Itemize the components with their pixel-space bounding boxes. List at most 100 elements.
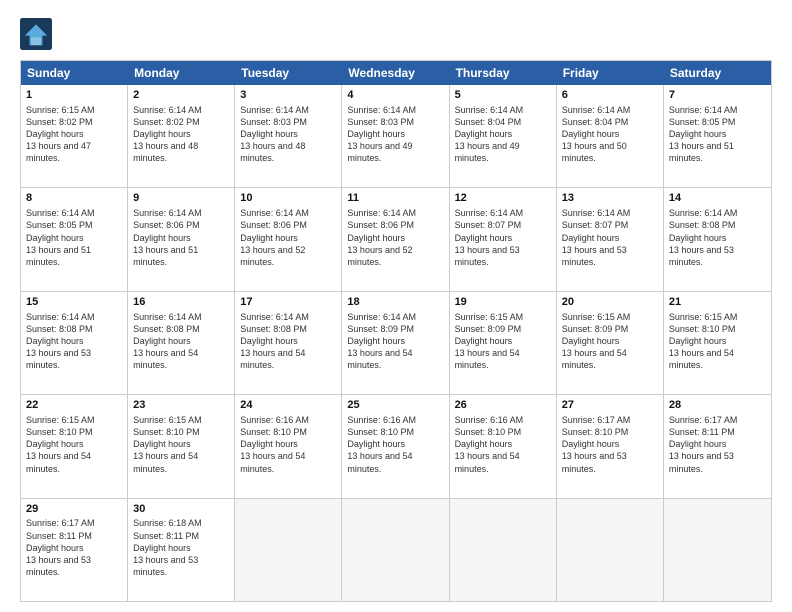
day-29: 29Sunrise: 6:17 AMSunset: 8:11 PMDayligh… <box>21 499 128 601</box>
empty-cell <box>450 499 557 601</box>
empty-cell <box>235 499 342 601</box>
day-info: Sunrise: 6:14 AMSunset: 8:02 PMDaylight … <box>133 104 229 165</box>
day-19: 19Sunrise: 6:15 AMSunset: 8:09 PMDayligh… <box>450 292 557 394</box>
day-info: Sunrise: 6:14 AMSunset: 8:03 PMDaylight … <box>240 104 336 165</box>
day-number: 17 <box>240 295 336 310</box>
day-number: 18 <box>347 295 443 310</box>
day-info: Sunrise: 6:17 AMSunset: 8:11 PMDaylight … <box>26 517 122 578</box>
day-info: Sunrise: 6:14 AMSunset: 8:05 PMDaylight … <box>26 207 122 268</box>
logo <box>20 18 56 50</box>
day-25: 25Sunrise: 6:16 AMSunset: 8:10 PMDayligh… <box>342 395 449 497</box>
day-4: 4Sunrise: 6:14 AMSunset: 8:03 PMDaylight… <box>342 85 449 187</box>
day-number: 12 <box>455 191 551 206</box>
day-info: Sunrise: 6:14 AMSunset: 8:06 PMDaylight … <box>347 207 443 268</box>
day-number: 21 <box>669 295 766 310</box>
day-info: Sunrise: 6:14 AMSunset: 8:06 PMDaylight … <box>133 207 229 268</box>
calendar-body: 1Sunrise: 6:15 AMSunset: 8:02 PMDaylight… <box>21 85 771 601</box>
day-number: 30 <box>133 502 229 517</box>
day-info: Sunrise: 6:14 AMSunset: 8:08 PMDaylight … <box>133 311 229 372</box>
calendar: SundayMondayTuesdayWednesdayThursdayFrid… <box>20 60 772 602</box>
day-info: Sunrise: 6:14 AMSunset: 8:04 PMDaylight … <box>455 104 551 165</box>
day-6: 6Sunrise: 6:14 AMSunset: 8:04 PMDaylight… <box>557 85 664 187</box>
day-24: 24Sunrise: 6:16 AMSunset: 8:10 PMDayligh… <box>235 395 342 497</box>
calendar-header: SundayMondayTuesdayWednesdayThursdayFrid… <box>21 61 771 85</box>
day-info: Sunrise: 6:15 AMSunset: 8:09 PMDaylight … <box>455 311 551 372</box>
day-info: Sunrise: 6:16 AMSunset: 8:10 PMDaylight … <box>240 414 336 475</box>
day-info: Sunrise: 6:15 AMSunset: 8:02 PMDaylight … <box>26 104 122 165</box>
day-26: 26Sunrise: 6:16 AMSunset: 8:10 PMDayligh… <box>450 395 557 497</box>
day-28: 28Sunrise: 6:17 AMSunset: 8:11 PMDayligh… <box>664 395 771 497</box>
logo-icon <box>20 18 52 50</box>
day-info: Sunrise: 6:14 AMSunset: 8:05 PMDaylight … <box>669 104 766 165</box>
day-7: 7Sunrise: 6:14 AMSunset: 8:05 PMDaylight… <box>664 85 771 187</box>
day-info: Sunrise: 6:16 AMSunset: 8:10 PMDaylight … <box>347 414 443 475</box>
day-info: Sunrise: 6:14 AMSunset: 8:04 PMDaylight … <box>562 104 658 165</box>
day-number: 15 <box>26 295 122 310</box>
day-number: 28 <box>669 398 766 413</box>
day-17: 17Sunrise: 6:14 AMSunset: 8:08 PMDayligh… <box>235 292 342 394</box>
day-number: 14 <box>669 191 766 206</box>
day-number: 3 <box>240 88 336 103</box>
day-info: Sunrise: 6:15 AMSunset: 8:09 PMDaylight … <box>562 311 658 372</box>
day-info: Sunrise: 6:14 AMSunset: 8:03 PMDaylight … <box>347 104 443 165</box>
day-27: 27Sunrise: 6:17 AMSunset: 8:10 PMDayligh… <box>557 395 664 497</box>
day-info: Sunrise: 6:14 AMSunset: 8:06 PMDaylight … <box>240 207 336 268</box>
week-3: 15 Sunrise: 6:14 AMSunset: 8:08 PMDayligh… <box>21 291 771 394</box>
day-3: 3Sunrise: 6:14 AMSunset: 8:03 PMDaylight… <box>235 85 342 187</box>
empty-cell <box>342 499 449 601</box>
day-info: Sunrise: 6:15 AMSunset: 8:10 PMDaylight … <box>133 414 229 475</box>
day-number: 7 <box>669 88 766 103</box>
day-number: 9 <box>133 191 229 206</box>
week-2: 8Sunrise: 6:14 AMSunset: 8:05 PMDaylight… <box>21 187 771 290</box>
header-day-friday: Friday <box>557 61 664 85</box>
week-5: 29Sunrise: 6:17 AMSunset: 8:11 PMDayligh… <box>21 498 771 601</box>
day-number: 22 <box>26 398 122 413</box>
day-23: 23Sunrise: 6:15 AMSunset: 8:10 PMDayligh… <box>128 395 235 497</box>
header-day-monday: Monday <box>128 61 235 85</box>
day-10: 10Sunrise: 6:14 AMSunset: 8:06 PMDayligh… <box>235 188 342 290</box>
header-day-wednesday: Wednesday <box>342 61 449 85</box>
day-9: 9Sunrise: 6:14 AMSunset: 8:06 PMDaylight… <box>128 188 235 290</box>
day-number: 23 <box>133 398 229 413</box>
day-number: 4 <box>347 88 443 103</box>
day-13: 13Sunrise: 6:14 AMSunset: 8:07 PMDayligh… <box>557 188 664 290</box>
page: SundayMondayTuesdayWednesdayThursdayFrid… <box>0 0 792 612</box>
day-info: Sunrise: 6:17 AMSunset: 8:11 PMDaylight … <box>669 414 766 475</box>
day-22: 22Sunrise: 6:15 AMSunset: 8:10 PMDayligh… <box>21 395 128 497</box>
day-number: 6 <box>562 88 658 103</box>
day-info: Sunrise: 6:15 AMSunset: 8:10 PMDaylight … <box>669 311 766 372</box>
day-info: Sunrise: 6:16 AMSunset: 8:10 PMDaylight … <box>455 414 551 475</box>
day-number: 13 <box>562 191 658 206</box>
day-number: 19 <box>455 295 551 310</box>
day-info: Sunrise: 6:17 AMSunset: 8:10 PMDaylight … <box>562 414 658 475</box>
day-number: 27 <box>562 398 658 413</box>
header-day-tuesday: Tuesday <box>235 61 342 85</box>
day-number: 16 <box>133 295 229 310</box>
day-number: 26 <box>455 398 551 413</box>
day-14: 14Sunrise: 6:14 AMSunset: 8:08 PMDayligh… <box>664 188 771 290</box>
day-number: 8 <box>26 191 122 206</box>
day-20: 20Sunrise: 6:15 AMSunset: 8:09 PMDayligh… <box>557 292 664 394</box>
day-number: 11 <box>347 191 443 206</box>
week-1: 1Sunrise: 6:15 AMSunset: 8:02 PMDaylight… <box>21 85 771 187</box>
day-number: 5 <box>455 88 551 103</box>
header-day-sunday: Sunday <box>21 61 128 85</box>
day-info: Sunrise: 6:14 AMSunset: 8:07 PMDaylight … <box>562 207 658 268</box>
empty-cell <box>557 499 664 601</box>
day-5: 5Sunrise: 6:14 AMSunset: 8:04 PMDaylight… <box>450 85 557 187</box>
day-number: 10 <box>240 191 336 206</box>
day-info: Sunrise: 6:14 AMSunset: 8:09 PMDaylight … <box>347 311 443 372</box>
day-1: 1Sunrise: 6:15 AMSunset: 8:02 PMDaylight… <box>21 85 128 187</box>
day-info: Sunrise: 6:14 AMSunset: 8:08 PMDaylight … <box>240 311 336 372</box>
day-18: 18Sunrise: 6:14 AMSunset: 8:09 PMDayligh… <box>342 292 449 394</box>
week-4: 22Sunrise: 6:15 AMSunset: 8:10 PMDayligh… <box>21 394 771 497</box>
day-number: 29 <box>26 502 122 517</box>
day-number: 24 <box>240 398 336 413</box>
day-info: Sunrise: 6:15 AMSunset: 8:10 PMDaylight … <box>26 414 122 475</box>
day-2: 2Sunrise: 6:14 AMSunset: 8:02 PMDaylight… <box>128 85 235 187</box>
header-day-thursday: Thursday <box>450 61 557 85</box>
day-info: Sunrise: 6:14 AMSunset: 8:07 PMDaylight … <box>455 207 551 268</box>
header-day-saturday: Saturday <box>664 61 771 85</box>
day-11: 11Sunrise: 6:14 AMSunset: 8:06 PMDayligh… <box>342 188 449 290</box>
day-30: 30Sunrise: 6:18 AMSunset: 8:11 PMDayligh… <box>128 499 235 601</box>
